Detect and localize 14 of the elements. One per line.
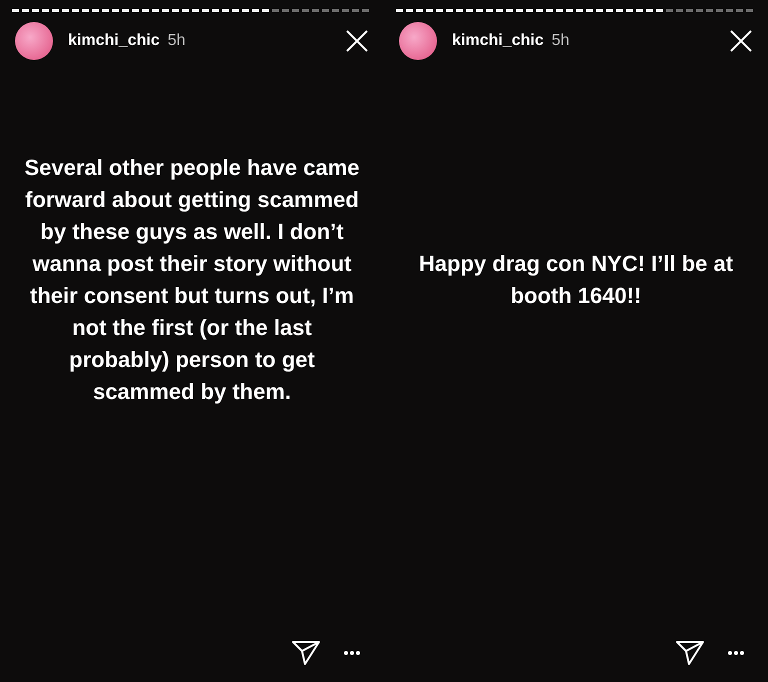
- post-time: 5h: [168, 31, 186, 51]
- send-icon[interactable]: [676, 640, 704, 666]
- more-icon[interactable]: [728, 651, 744, 655]
- username[interactable]: kimchi_chic: [452, 29, 544, 53]
- avatar-icon[interactable]: [15, 22, 53, 60]
- close-icon[interactable]: [345, 29, 369, 53]
- post-time: 5h: [552, 31, 570, 51]
- close-icon[interactable]: [729, 29, 753, 53]
- avatar-icon[interactable]: [399, 22, 437, 60]
- send-icon[interactable]: [292, 640, 320, 666]
- username[interactable]: kimchi_chic: [68, 29, 160, 53]
- more-icon[interactable]: [344, 651, 360, 655]
- story-message: Happy drag con NYC! I’ll be at booth 1640!!: [418, 250, 734, 310]
- story-message: Several other people have came forward about getting scammed by these guys as well. I don’t wanna post their story without their consent but turns out, I’m not the first (or the last probably) person to get scammed by them.: [23, 154, 361, 406]
